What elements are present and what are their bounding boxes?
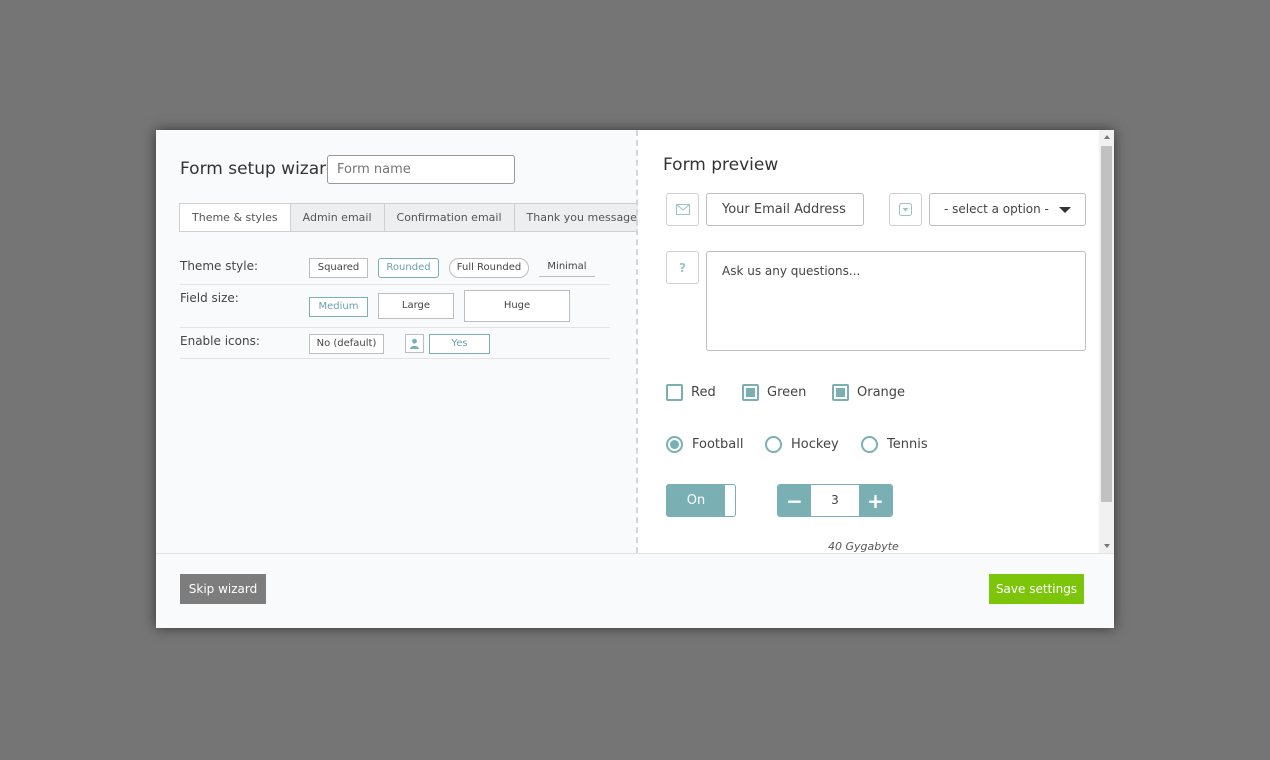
theme-squared-option[interactable]: Squared: [309, 258, 368, 278]
theme-style-label: Theme style:: [180, 259, 259, 273]
stepper-minus-button[interactable]: −: [778, 485, 811, 516]
scrollbar-thumb[interactable]: [1101, 146, 1112, 502]
field-size-label: Field size:: [180, 291, 239, 305]
checkbox-red-box[interactable]: [666, 384, 683, 401]
envelope-icon: [666, 193, 699, 226]
field-size-medium-option[interactable]: Medium: [309, 297, 368, 317]
theme-style-row: Theme style: Squared Rounded Full Rounde…: [180, 256, 610, 285]
tab-confirmation-email[interactable]: Confirmation email: [385, 204, 515, 231]
wizard-title: Form setup wizard: [180, 159, 337, 179]
checkbox-orange-box[interactable]: [832, 384, 849, 401]
enable-icons-row: Enable icons: No (default) Yes: [180, 328, 610, 359]
scroll-down-icon[interactable]: [1104, 544, 1110, 548]
save-settings-button[interactable]: Save settings: [989, 574, 1084, 604]
radio-hockey[interactable]: Hockey: [765, 436, 839, 453]
stepper-value[interactable]: 3: [811, 485, 859, 516]
field-size-huge-option[interactable]: Huge: [464, 290, 570, 322]
stepper-plus-button[interactable]: +: [859, 485, 892, 516]
radio-hockey-circle[interactable]: [765, 436, 782, 453]
checkbox-green-box[interactable]: [742, 384, 759, 401]
tab-thank-you-message[interactable]: Thank you message: [515, 204, 649, 231]
radio-football[interactable]: Football: [666, 436, 743, 453]
tab-theme-styles[interactable]: Theme & styles: [180, 204, 291, 231]
toggle-on-label: On: [667, 485, 725, 516]
radio-tennis-label: Tennis: [887, 437, 928, 452]
scroll-up-icon[interactable]: [1104, 135, 1110, 139]
checkbox-green-label: Green: [767, 385, 807, 400]
on-off-toggle[interactable]: On: [666, 484, 736, 517]
email-input[interactable]: [706, 193, 864, 226]
radio-tennis[interactable]: Tennis: [861, 436, 928, 453]
checkbox-green[interactable]: Green: [742, 384, 806, 401]
theme-full-rounded-option[interactable]: Full Rounded: [449, 258, 529, 278]
modal-footer: Skip wizard Save settings: [156, 553, 1114, 628]
settings-tabs: Theme & styles Admin email Confirmation …: [179, 203, 650, 232]
radio-tennis-circle[interactable]: [861, 436, 878, 453]
field-size-row: Field size: Medium Large Huge: [180, 285, 610, 328]
radio-hockey-label: Hockey: [791, 437, 839, 452]
storage-value-label: 40 Gygabyte: [828, 540, 899, 553]
radio-football-label: Football: [692, 437, 744, 452]
preview-scrollbar[interactable]: [1099, 130, 1114, 553]
icons-yes-option[interactable]: Yes: [429, 334, 490, 354]
wizard-modal: Form setup wizard Theme & styles Admin e…: [156, 130, 1114, 628]
dropdown-icon: [889, 193, 922, 226]
enable-icons-label: Enable icons:: [180, 334, 260, 348]
field-size-large-option[interactable]: Large: [378, 293, 454, 319]
setup-panel: Form setup wizard Theme & styles Admin e…: [156, 130, 650, 553]
quantity-stepper: − 3 +: [777, 484, 893, 517]
theme-rounded-option[interactable]: Rounded: [378, 258, 439, 278]
user-icon: [405, 334, 424, 353]
checkbox-orange-label: Orange: [857, 385, 906, 400]
checkbox-red[interactable]: Red: [666, 384, 716, 401]
preview-panel: Form preview - select a option - ? Red G…: [638, 130, 1114, 553]
theme-minimal-option[interactable]: Minimal: [539, 258, 595, 277]
checkbox-orange[interactable]: Orange: [832, 384, 905, 401]
caret-down-icon: [1059, 207, 1071, 213]
option-select-value: - select a option -: [944, 202, 1049, 216]
form-name-input[interactable]: [327, 155, 515, 184]
questions-textarea[interactable]: [706, 251, 1086, 351]
question-icon: ?: [666, 251, 699, 284]
tab-admin-email[interactable]: Admin email: [291, 204, 385, 231]
option-select[interactable]: - select a option -: [929, 193, 1086, 226]
skip-wizard-button[interactable]: Skip wizard: [180, 574, 266, 604]
radio-football-circle[interactable]: [666, 436, 683, 453]
icons-no-option[interactable]: No (default): [309, 334, 384, 354]
checkbox-red-label: Red: [691, 385, 716, 400]
preview-title: Form preview: [663, 155, 779, 175]
